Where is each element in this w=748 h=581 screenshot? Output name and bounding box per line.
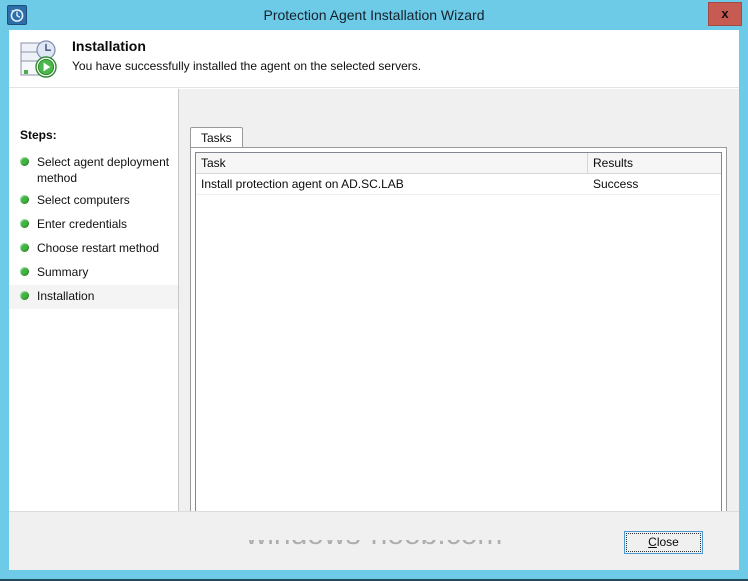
- close-button[interactable]: Close: [624, 531, 703, 554]
- column-header-task[interactable]: Task: [196, 153, 588, 173]
- sidebar-item-label: Installation: [37, 289, 94, 303]
- sidebar-item-label: Choose restart method: [37, 241, 159, 255]
- sidebar-item-enter-credentials[interactable]: Enter credentials: [9, 213, 178, 237]
- header-banner: Installation You have successfully insta…: [9, 30, 739, 88]
- body-area: Steps: Select agent deployment method Se…: [9, 89, 739, 570]
- close-icon[interactable]: x: [708, 2, 742, 26]
- table-row[interactable]: Install protection agent on AD.SC.LAB Su…: [196, 174, 721, 195]
- sidebar-item-label: Enter credentials: [37, 217, 127, 231]
- close-button-text: lose: [657, 535, 679, 549]
- sidebar-item-label: Select agent deployment method: [37, 155, 169, 185]
- close-button-accelerator: C: [648, 535, 657, 549]
- step-status-bullet-icon: [20, 219, 29, 228]
- sidebar-item-label: Summary: [37, 265, 88, 279]
- steps-sidebar: Steps: Select agent deployment method Se…: [9, 89, 179, 570]
- sidebar-item-installation[interactable]: Installation: [9, 285, 178, 309]
- step-status-bullet-icon: [20, 157, 29, 166]
- sidebar-item-label: Select computers: [37, 193, 130, 207]
- steps-heading: Steps:: [20, 128, 57, 142]
- client-area: Installation You have successfully insta…: [9, 30, 739, 570]
- sidebar-item-select-agent-deployment-method[interactable]: Select agent deployment method: [9, 151, 178, 189]
- tasks-list-view[interactable]: Task Results Install protection agent on…: [195, 152, 722, 545]
- close-button-label: Close: [626, 533, 701, 552]
- step-status-bullet-icon: [20, 243, 29, 252]
- content-pane: Tasks Task Results Install protection ag…: [179, 89, 739, 570]
- step-status-bullet-icon: [20, 195, 29, 204]
- cell-task: Install protection agent on AD.SC.LAB: [196, 174, 588, 194]
- table-header-row: Task Results: [196, 153, 721, 174]
- step-status-bullet-icon: [20, 267, 29, 276]
- window-title: Protection Agent Installation Wizard: [0, 0, 748, 30]
- tab-strip: Tasks: [190, 127, 243, 148]
- step-status-bullet-icon: [20, 291, 29, 300]
- tab-tasks[interactable]: Tasks: [190, 127, 243, 148]
- footer-bar: Close: [9, 511, 739, 570]
- wizard-window: Protection Agent Installation Wizard x: [0, 0, 748, 581]
- server-clock-install-icon: [15, 35, 63, 83]
- page-subtitle: You have successfully installed the agen…: [72, 59, 421, 73]
- steps-list: Select agent deployment method Select co…: [9, 151, 178, 309]
- page-title: Installation: [72, 38, 146, 54]
- sidebar-item-choose-restart-method[interactable]: Choose restart method: [9, 237, 178, 261]
- column-header-results[interactable]: Results: [588, 153, 721, 173]
- sidebar-item-summary[interactable]: Summary: [9, 261, 178, 285]
- cell-result: Success: [588, 174, 721, 194]
- sidebar-item-select-computers[interactable]: Select computers: [9, 189, 178, 213]
- tasks-tab-panel: Task Results Install protection agent on…: [190, 147, 727, 550]
- title-bar: Protection Agent Installation Wizard x: [0, 0, 748, 30]
